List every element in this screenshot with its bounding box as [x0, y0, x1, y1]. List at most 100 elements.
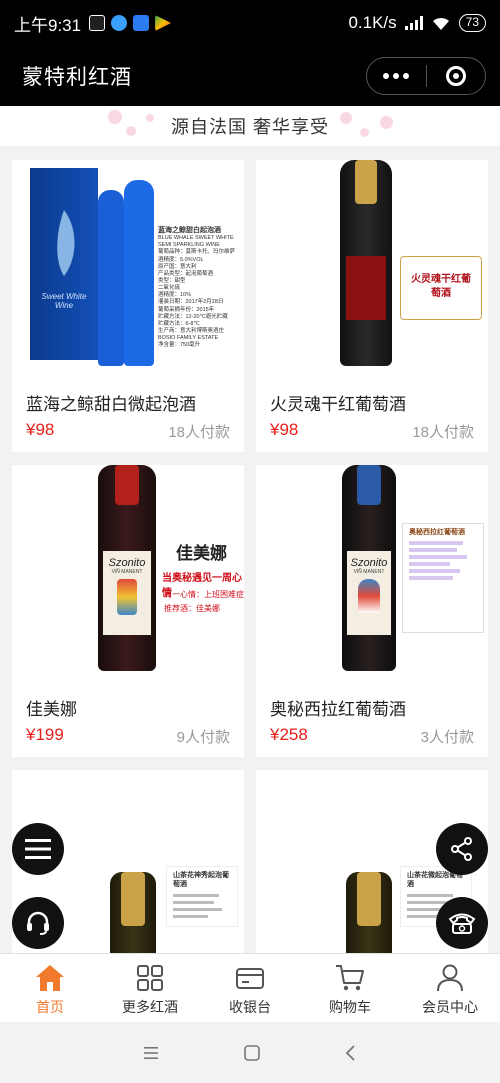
product-card[interactable]: 火灵魂干红葡萄酒 火灵魂干红葡萄酒 ¥98 18人付款	[256, 160, 488, 452]
promo-line: 推荐酒：佳美娜	[164, 604, 220, 613]
banner-text: 源自法国 奢华享受	[170, 117, 329, 137]
product-card[interactable]: Szonito VIÑ MANENT 奥秘西拉红葡萄酒 奥秘西拉红葡萄酒 ¥25…	[256, 465, 488, 757]
bottle-subbrand: VIÑ MANENT	[353, 569, 385, 575]
tab-label: 会员中心	[422, 999, 478, 1015]
product-name: 佳美娜	[26, 700, 77, 719]
tab-more-wines[interactable]: 更多红酒	[100, 954, 200, 1022]
bottle-capsule	[355, 160, 377, 204]
tab-label: 收银台	[229, 999, 271, 1015]
product-label: 奥秘西拉红葡萄酒	[402, 523, 484, 633]
label-line: 葡萄采摘年份：2015年	[158, 306, 215, 313]
product-name: 火灵魂干红葡萄酒	[270, 395, 406, 414]
label-line: 贮藏方法：12-20℃避光贮藏	[158, 313, 228, 320]
app-blue-icon	[111, 15, 128, 31]
target-icon	[445, 66, 466, 86]
bottle-brand: Szonito	[350, 557, 388, 569]
status-bar: 上午9:31 0.1K/s 73	[0, 0, 500, 46]
promo-heading: 佳美娜	[176, 544, 227, 563]
label-redacted	[409, 562, 450, 567]
home-square-icon[interactable]	[243, 1044, 261, 1062]
system-navigation-bar	[0, 1022, 500, 1083]
app-calendar-icon	[133, 15, 150, 31]
label-line: 酒精度：5.0%VOL	[158, 256, 204, 263]
bottle-brand: Szonito	[108, 557, 146, 569]
menu-button[interactable]	[12, 823, 64, 875]
home-icon	[36, 965, 64, 991]
label-redacted	[409, 548, 457, 553]
product-sales: 9人付款	[176, 729, 230, 746]
product-name: 奥秘西拉红葡萄酒	[270, 700, 406, 719]
promo-banner: 源自法国 奢华享受	[0, 106, 500, 146]
label-title: 奥秘西拉红葡萄酒	[409, 529, 465, 536]
label-title: 山茶花神秀起泡葡萄酒	[173, 872, 229, 889]
blossom-decoration	[108, 110, 122, 124]
product-card[interactable]: Sweet White Wine 蓝海之鲸甜白起泡酒 BLUE WHALE SW…	[12, 160, 244, 452]
label-redacted	[409, 555, 467, 560]
tab-label: 购物车	[329, 999, 371, 1015]
product-image: Szonito VIÑ MANENT 奥秘西拉红葡萄酒	[256, 465, 488, 685]
product-price: ¥98	[270, 420, 299, 439]
phone-button[interactable]	[436, 897, 488, 949]
customer-service-button[interactable]	[12, 897, 64, 949]
recent-apps-icon[interactable]	[142, 1045, 160, 1061]
wine-bottle: Szonito VIÑ MANENT	[342, 465, 396, 671]
label-redacted	[409, 541, 464, 546]
blossom-decoration	[340, 112, 352, 124]
product-card[interactable]: Szonito VIÑ MANENT 佳美娜 当奥秘遇见一周心情 周一心情：上班…	[12, 465, 244, 757]
product-image: 火灵魂干红葡萄酒	[256, 160, 488, 380]
bottle-capsule	[121, 872, 145, 926]
product-price: ¥199	[26, 725, 64, 744]
user-icon	[437, 964, 463, 992]
product-image: Szonito VIÑ MANENT 佳美娜 当奥秘遇见一周心情 周一心情：上班…	[12, 465, 244, 685]
battery-indicator: 73	[458, 14, 486, 32]
blossom-decoration	[126, 126, 136, 136]
product-sales: 3人付款	[420, 729, 474, 746]
tab-home[interactable]: 首页	[0, 954, 100, 1022]
wine-bottle	[124, 180, 154, 366]
tab-cart[interactable]: 购物车	[300, 954, 400, 1022]
tab-member-center[interactable]: 会员中心	[400, 954, 500, 1022]
wine-bottle	[98, 190, 124, 366]
bottle-capsule	[115, 465, 139, 505]
close-mini-program-button[interactable]	[427, 66, 486, 86]
label-redacted	[407, 893, 454, 897]
label-redacted	[173, 907, 223, 911]
status-time: 上午9:31	[14, 15, 82, 35]
share-button[interactable]	[436, 823, 488, 875]
more-options-button[interactable]	[367, 73, 426, 79]
label-redacted	[409, 569, 460, 574]
label-redacted	[173, 914, 208, 918]
product-image: Sweet White Wine 蓝海之鲸甜白起泡酒 BLUE WHALE SW…	[12, 160, 244, 380]
product-label: 火灵魂干红葡萄酒	[400, 256, 482, 320]
app-58-icon	[89, 15, 106, 31]
menu-icon	[25, 839, 51, 859]
label-line: 净含量：750毫升	[158, 342, 201, 349]
bottle-subbrand: VIÑ MANENT	[111, 569, 143, 575]
label-line: 产品类型：起泡葡萄酒	[158, 270, 214, 277]
product-sales: 18人付款	[168, 424, 230, 441]
bottle-art	[117, 579, 137, 615]
back-icon[interactable]	[344, 1044, 358, 1062]
signal-icon	[404, 16, 423, 30]
cart-icon	[336, 965, 364, 991]
product-label: 蓝海之鲸甜白起泡酒 BLUE WHALE SWEET WHITE SEMI SP…	[158, 226, 240, 350]
network-speed: 0.1K/s	[348, 13, 397, 32]
label-line: 贮藏方法：6-8℃	[158, 320, 200, 327]
blossom-decoration	[360, 128, 369, 137]
bottom-tab-bar: 首页 更多红酒 收银台 购物车 会员中心	[0, 953, 500, 1022]
label-line: 原产国：意大利	[158, 263, 197, 270]
label-subtitle: BLUE WHALE SWEET WHITE	[158, 235, 234, 242]
bottle-label	[346, 256, 386, 320]
promo-line: 周一心情：上班困难症	[164, 590, 244, 599]
bottle-art	[358, 579, 380, 613]
label-redacted	[409, 576, 454, 581]
label-redacted	[173, 900, 214, 904]
whale-icon	[57, 210, 75, 276]
bottle-label: Szonito VIÑ MANENT	[347, 551, 391, 635]
tab-checkout[interactable]: 收银台	[200, 954, 300, 1022]
bottle-capsule	[357, 872, 381, 926]
product-label: 山茶花神秀起泡葡萄酒	[166, 866, 238, 927]
product-name: 蓝海之鲸甜白微起泡酒	[26, 395, 196, 414]
card-icon	[236, 968, 264, 989]
product-price: ¥258	[270, 725, 308, 744]
